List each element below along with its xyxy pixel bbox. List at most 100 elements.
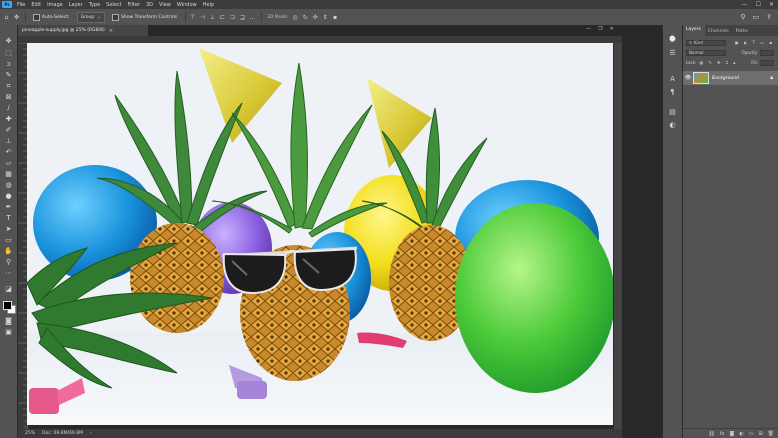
align-top-icon[interactable]: ⊤ (189, 14, 196, 21)
align-right-icon[interactable]: ⊒ (239, 14, 246, 21)
frame-tool-icon[interactable]: ⊠ (4, 93, 13, 101)
default-colors-icon[interactable]: ◪ (4, 285, 13, 293)
type-tool-icon[interactable]: T (4, 214, 13, 222)
blend-mode-dropdown[interactable]: Normal (686, 49, 726, 56)
character-panel-icon[interactable]: A (668, 75, 677, 83)
image-canvas[interactable] (27, 43, 613, 425)
quick-select-tool-icon[interactable]: ✎ (4, 71, 13, 79)
add-mask-icon[interactable]: ◙ (729, 431, 734, 437)
move-tool-icon[interactable]: ✥ (4, 37, 13, 45)
auto-select-option[interactable]: Auto-Select: (30, 13, 73, 22)
menu-help[interactable]: Help (200, 2, 217, 8)
share-icon[interactable]: ⇪ (766, 13, 772, 21)
auto-select-checkbox[interactable] (33, 13, 40, 21)
eyedropper-tool-icon[interactable]: ∕ (4, 104, 13, 112)
doc-restore-icon[interactable]: ❐ (598, 26, 602, 32)
workspace-icon[interactable]: ▭ (753, 13, 760, 21)
layer-style-icon[interactable]: fx (720, 431, 725, 437)
lock-icon[interactable]: 🔒︎ (770, 75, 773, 81)
marquee-tool-icon[interactable]: ⬚ (4, 49, 13, 57)
document-tab[interactable]: pineapple-supply.jpg @ 25% (RGB/8) × (18, 25, 148, 36)
menu-3d[interactable]: 3D (143, 2, 156, 8)
menu-view[interactable]: View (156, 2, 174, 8)
close-icon[interactable]: ✕ (769, 1, 774, 8)
menu-edit[interactable]: Edit (28, 2, 44, 8)
home-icon[interactable]: ⌂ (3, 14, 10, 21)
document-tab-close-icon[interactable]: × (109, 28, 113, 34)
menu-select[interactable]: Select (103, 2, 124, 8)
crop-tool-icon[interactable]: ⌗ (4, 82, 13, 90)
tab-layers[interactable]: Layers (683, 25, 705, 36)
opacity-field[interactable] (760, 49, 774, 56)
menu-window[interactable]: Window (174, 2, 200, 8)
menu-filter[interactable]: Filter (125, 2, 143, 8)
pen-tool-icon[interactable]: ✒ (4, 203, 13, 211)
menu-type[interactable]: Type (86, 2, 103, 8)
rectangle-tool-icon[interactable]: ▭ (4, 236, 13, 244)
lock-icons[interactable]: ▦ ✎ ✥ ⌗ 🔒︎ (699, 60, 737, 65)
link-layers-icon[interactable]: ⛓ (708, 431, 714, 437)
layer-row-background[interactable]: 👁︎ Background 🔒︎ (683, 71, 778, 85)
eye-icon[interactable]: 👁︎ (683, 75, 693, 81)
menu-image[interactable]: Image (44, 2, 66, 8)
3d-roll-icon[interactable]: ↻ (302, 14, 309, 21)
doc-minimize-icon[interactable]: — (586, 26, 591, 32)
fill-field[interactable] (760, 59, 774, 66)
chevron-right-icon[interactable]: › (90, 431, 92, 436)
align-bottom-icon[interactable]: ⊥ (209, 14, 216, 21)
move-tool-icon[interactable]: ✥ (13, 14, 20, 21)
3d-orbit-icon[interactable]: ◎ (292, 14, 299, 21)
hand-tool-icon[interactable]: ✋ (4, 247, 13, 255)
tab-channels[interactable]: Channels (705, 29, 733, 36)
vertical-scrollbar[interactable] (614, 43, 622, 429)
libraries-panel-icon[interactable]: ▤ (668, 108, 677, 116)
adjustment-layer-icon[interactable]: ◐ (739, 431, 743, 437)
history-brush-tool-icon[interactable]: ↶ (4, 148, 13, 156)
gradient-tool-icon[interactable]: ▦ (4, 170, 13, 178)
adjustments-panel-icon[interactable]: ◐ (668, 121, 677, 129)
layer-name: Background (712, 75, 739, 81)
zoom-tool-icon[interactable]: ⚲ (4, 258, 13, 266)
layer-filter-icons[interactable]: ▣ ◐ T ▭ ▪ (735, 40, 774, 45)
align-center-icon[interactable]: ⊐ (229, 14, 236, 21)
3d-slide-icon[interactable]: ⇕ (322, 14, 329, 21)
eraser-tool-icon[interactable]: ▱ (4, 159, 13, 167)
minimize-icon[interactable]: — (742, 1, 748, 8)
screen-mode-icon[interactable]: ▣ (4, 328, 13, 336)
maximize-icon[interactable]: ☐ (756, 1, 761, 8)
dodge-tool-icon[interactable]: ● (4, 192, 13, 200)
menu-file[interactable]: File (14, 2, 28, 8)
edit-toolbar-icon[interactable]: ⋯ (4, 269, 13, 277)
paragraph-panel-icon[interactable]: ¶ (668, 88, 677, 96)
ruler-origin[interactable] (18, 36, 27, 43)
new-group-icon[interactable]: ▭ (749, 431, 754, 437)
quick-mask-icon[interactable]: ◙ (4, 317, 13, 325)
delete-layer-icon[interactable]: 🗑︎ (768, 431, 774, 437)
properties-panel-icon[interactable]: ☰ (668, 49, 677, 57)
menu-layer[interactable]: Layer (66, 2, 86, 8)
healing-brush-tool-icon[interactable]: ✚ (4, 115, 13, 123)
clone-stamp-tool-icon[interactable]: ⊥ (4, 137, 13, 145)
photoshop-logo-icon[interactable]: Ps (2, 1, 12, 8)
auto-select-dropdown[interactable]: Group ⌄ (76, 11, 106, 23)
show-transform-checkbox[interactable] (112, 13, 120, 21)
doc-close-icon[interactable]: ✕ (609, 26, 613, 32)
more-options-icon[interactable]: … (249, 14, 256, 21)
align-left-icon[interactable]: ⊏ (219, 14, 226, 21)
search-icon[interactable]: ⚲ (740, 13, 745, 21)
new-layer-icon[interactable]: ⊞ (758, 431, 762, 437)
foreground-color-swatch[interactable] (3, 301, 12, 310)
3d-scale-icon[interactable]: ▪ (332, 14, 339, 21)
kind-filter-dropdown[interactable]: ⚲ Kind (686, 39, 726, 46)
auto-select-label: Auto-Select: (42, 14, 70, 20)
history-panel-icon[interactable]: ⌚ (668, 35, 677, 43)
align-middle-icon[interactable]: ⊣ (199, 14, 206, 21)
3d-pan-icon[interactable]: ✣ (312, 14, 319, 21)
blur-tool-icon[interactable]: ◍ (4, 181, 13, 189)
brush-tool-icon[interactable]: ✐ (4, 126, 13, 134)
path-selection-tool-icon[interactable]: ➤ (4, 225, 13, 233)
show-transform-option[interactable]: Show Transform Controls (109, 13, 180, 22)
tab-paths[interactable]: Paths (733, 29, 752, 36)
zoom-level[interactable]: 25% (25, 431, 35, 436)
lasso-tool-icon[interactable]: ↄ (4, 60, 13, 68)
